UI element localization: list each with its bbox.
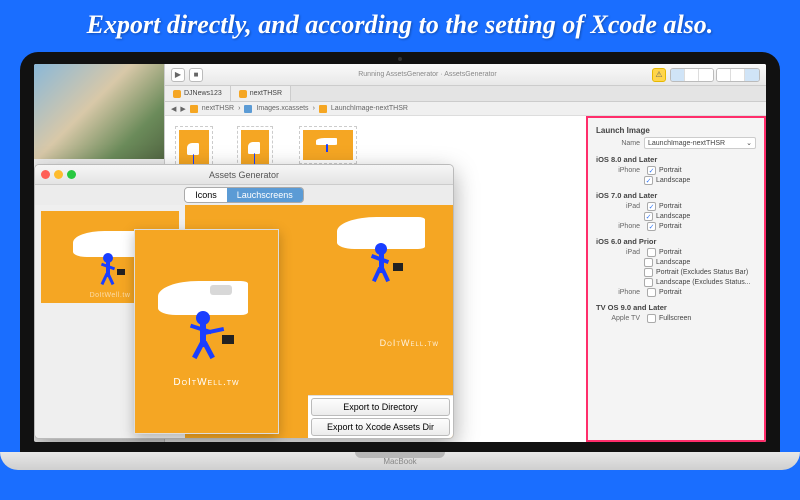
checkbox-label: Portrait — [659, 289, 682, 296]
orientation-checkbox-row[interactable]: Landscape — [644, 176, 756, 185]
checkbox[interactable] — [647, 314, 656, 323]
checkbox-label: Portrait — [659, 167, 682, 174]
brand-watermark: DoItWell.tw — [380, 338, 439, 348]
name-field[interactable]: LaunchImage-nextTHSR ⌄ — [644, 137, 756, 149]
device-label: iPad — [596, 203, 640, 210]
orientation-checkbox-row[interactable]: iPhone Portrait — [596, 166, 756, 175]
project-tab[interactable]: nextTHSR — [231, 86, 291, 101]
nav-back-icon[interactable]: ◀ — [171, 105, 176, 113]
breadcrumb[interactable]: ◀ ▶ nextTHSR › Images.xcassets › LaunchI… — [165, 102, 766, 116]
name-label: Name — [596, 140, 640, 147]
project-tab[interactable]: DJNews123 — [165, 86, 231, 101]
checkbox[interactable] — [647, 288, 656, 297]
window-title: Assets Generator — [209, 170, 279, 180]
brand-watermark: DoItWell.tw — [173, 377, 239, 388]
orientation-checkbox-row[interactable]: iPhone Portrait — [596, 222, 756, 231]
window-titlebar[interactable]: Assets Generator — [35, 165, 453, 185]
checkbox-label: Landscape — [656, 177, 690, 184]
portrait-preview[interactable]: DoItWell.tw — [134, 229, 279, 434]
macbook-label: MacBook — [383, 457, 416, 466]
device-label: iPad — [596, 249, 640, 256]
checkbox[interactable] — [644, 278, 653, 287]
orientation-checkbox-row[interactable]: iPhone Portrait — [596, 288, 756, 297]
export-to-directory-button[interactable]: Export to Directory — [311, 398, 450, 416]
desktop-wallpaper — [34, 64, 184, 159]
inspector-title: Launch Image — [596, 126, 756, 135]
close-button[interactable] — [41, 170, 50, 179]
launch-image-inspector: Launch Image Name LaunchImage-nextTHSR ⌄… — [586, 116, 766, 442]
mode-segmented[interactable]: Icons Lauchscreens — [184, 187, 304, 203]
build-status: Running AssetsGenerator · AssetsGenerato… — [207, 71, 648, 78]
checkbox[interactable] — [647, 202, 656, 211]
orientation-checkbox-row[interactable]: Landscape (Excludes Status... — [644, 278, 756, 287]
checkbox-label: Portrait — [659, 223, 682, 230]
nav-fwd-icon[interactable]: ▶ — [180, 105, 185, 113]
checkbox-label: Landscape — [656, 213, 690, 220]
orientation-checkbox-row[interactable]: iPad Portrait — [596, 202, 756, 211]
tab-icons[interactable]: Icons — [185, 188, 227, 202]
orientation-checkbox-row[interactable]: Apple TV Fullscreen — [596, 314, 756, 323]
checkbox-label: Fullscreen — [659, 315, 691, 322]
checkbox[interactable] — [647, 166, 656, 175]
inspector-section-title: iOS 7.0 and Later — [596, 191, 756, 200]
macbook-frame: ▶ ■ Running AssetsGenerator · AssetsGene… — [20, 52, 780, 470]
device-label: iPhone — [596, 167, 640, 174]
checkbox[interactable] — [647, 248, 656, 257]
assets-icon — [244, 105, 252, 113]
device-label: Apple TV — [596, 315, 640, 322]
checkbox-label: Landscape (Excludes Status... — [656, 279, 751, 286]
stepper-icon[interactable]: ⌄ — [746, 139, 752, 147]
launchimage-icon — [319, 105, 327, 113]
inspector-section-title: iOS 8.0 and Later — [596, 155, 756, 164]
orientation-checkbox-row[interactable]: iPad Portrait — [596, 248, 756, 257]
xcode-toolbar: ▶ ■ Running AssetsGenerator · AssetsGene… — [165, 64, 766, 86]
checkbox-label: Portrait (Excludes Status Bar) — [656, 269, 748, 276]
brand-watermark: DoItWell.tw — [90, 292, 131, 299]
device-label: iPhone — [596, 289, 640, 296]
checkbox-label: Landscape — [656, 259, 690, 266]
run-button[interactable]: ▶ — [171, 68, 185, 82]
tab-lauchscreens[interactable]: Lauchscreens — [227, 188, 303, 202]
device-label: iPhone — [596, 223, 640, 230]
orientation-checkbox-row[interactable]: Landscape — [644, 212, 756, 221]
headline: Export directly, and according to the se… — [0, 0, 800, 44]
checkbox[interactable] — [644, 176, 653, 185]
checkbox[interactable] — [644, 258, 653, 267]
inspector-section-title: iOS 6.0 and Prior — [596, 237, 756, 246]
inspector-section-title: TV OS 9.0 and Later — [596, 303, 756, 312]
panel-toggle-segmented[interactable] — [716, 68, 760, 82]
orientation-checkbox-row[interactable]: Landscape — [644, 258, 756, 267]
xcode-tab-bar: DJNews123 nextTHSR — [165, 86, 766, 102]
orientation-checkbox-row[interactable]: Portrait (Excludes Status Bar) — [644, 268, 756, 277]
checkbox-label: Portrait — [659, 203, 682, 210]
editor-mode-segmented[interactable] — [670, 68, 714, 82]
folder-icon — [190, 105, 198, 113]
export-to-xcode-button[interactable]: Export to Xcode Assets Dir — [311, 418, 450, 436]
checkbox[interactable] — [647, 222, 656, 231]
checkbox[interactable] — [644, 268, 653, 277]
camera-dot — [398, 57, 402, 61]
warning-indicator[interactable]: ⚠ — [652, 68, 666, 82]
minimize-button[interactable] — [54, 170, 63, 179]
checkbox[interactable] — [644, 212, 653, 221]
stop-button[interactable]: ■ — [189, 68, 203, 82]
zoom-button[interactable] — [67, 170, 76, 179]
checkbox-label: Portrait — [659, 249, 682, 256]
